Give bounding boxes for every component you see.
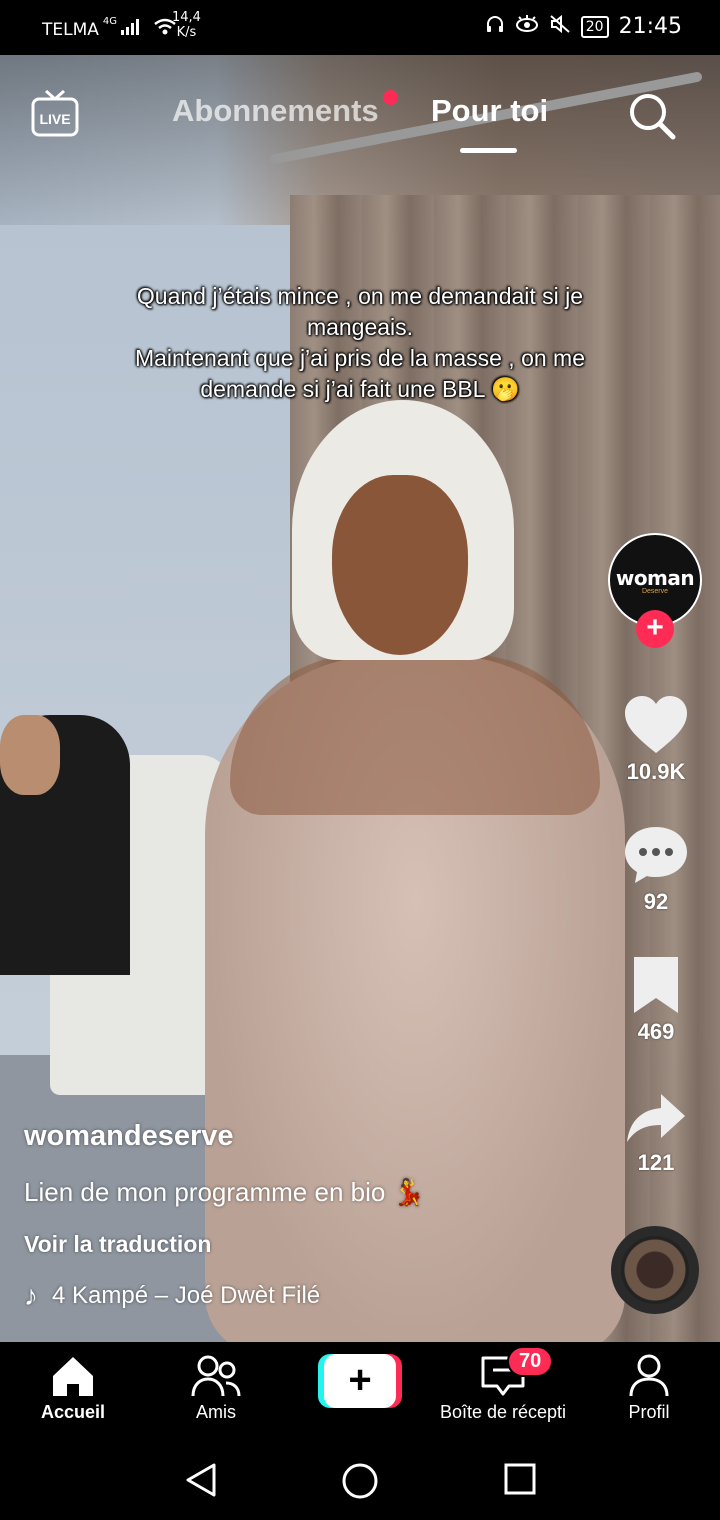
heart-icon xyxy=(625,696,687,753)
see-translation-link[interactable]: Voir la traduction xyxy=(24,1231,211,1258)
bookmark-icon xyxy=(634,957,678,1013)
video-caption: Quand j’étais mince , on me demandait si… xyxy=(134,283,586,402)
friends-icon xyxy=(191,1355,241,1397)
video-subject-face xyxy=(332,475,468,655)
search-icon xyxy=(630,94,676,140)
create-plus-icon: + xyxy=(324,1354,396,1408)
video-subject-shoulders xyxy=(230,655,600,815)
system-recents-button[interactable] xyxy=(503,1462,537,1501)
post-description: Lien de mon programme en bio 💃 xyxy=(24,1177,425,1208)
home-icon xyxy=(53,1357,93,1396)
like-count: 10.9K xyxy=(626,759,686,784)
active-tab-indicator xyxy=(460,148,517,153)
system-home-button[interactable] xyxy=(341,1462,379,1505)
video-background-person-head xyxy=(0,715,60,795)
music-disc[interactable] xyxy=(611,1226,699,1314)
network-speed: 14,4 K/s xyxy=(172,10,201,40)
network-type: 4G xyxy=(102,16,118,27)
headphones-icon xyxy=(485,14,505,39)
dancer-emoji: 💃 xyxy=(392,1177,425,1207)
carrier-name: TELMA xyxy=(42,19,99,40)
nav-inbox-label: Boîte de récepti xyxy=(439,1402,567,1422)
nav-profile-label: Profil xyxy=(628,1402,670,1422)
comment-count: 92 xyxy=(643,889,669,914)
nav-inbox[interactable]: Boîte de récepti xyxy=(428,1354,578,1423)
music-title: 4 Kampé – Joé Dwèt Filé xyxy=(52,1282,321,1309)
nav-profile[interactable]: Profil xyxy=(616,1354,682,1423)
music-note-icon: ♪ xyxy=(24,1280,38,1311)
battery-indicator: 20 xyxy=(580,15,609,38)
inbox-badge: 70 xyxy=(507,1346,554,1377)
nav-friends-label: Amis xyxy=(196,1402,236,1422)
system-back-button[interactable] xyxy=(184,1462,218,1503)
share-count: 121 xyxy=(637,1150,675,1175)
status-bar: TELMA 4G 14,4 K/s 20 21:45 xyxy=(0,0,720,55)
carrier-info: TELMA 4G xyxy=(42,16,177,41)
mute-icon xyxy=(549,14,571,39)
top-nav: LIVE Abonnements Pour toi xyxy=(0,55,720,165)
following-notification-dot xyxy=(383,90,398,105)
battery-text: 20 xyxy=(585,18,604,35)
home-circle-icon xyxy=(342,1463,378,1499)
share-button[interactable]: 121 xyxy=(612,1090,700,1176)
follow-button[interactable]: + xyxy=(636,610,674,648)
save-button[interactable]: 469 xyxy=(612,955,700,1045)
search-button[interactable] xyxy=(626,90,678,142)
create-button[interactable]: + xyxy=(318,1354,402,1408)
nav-home-label: Accueil xyxy=(40,1402,106,1422)
comment-icon xyxy=(625,827,687,883)
post-description-text: Lien de mon programme en bio xyxy=(24,1177,386,1207)
back-triangle-icon xyxy=(186,1463,216,1497)
save-count: 469 xyxy=(637,1019,675,1044)
live-tv-icon: LIVE xyxy=(31,89,79,137)
avatar-logo-text: woman xyxy=(615,565,695,590)
music-info[interactable]: ♪ 4 Kampé – Joé Dwèt Filé xyxy=(24,1280,320,1312)
nav-friends[interactable]: Amis xyxy=(176,1354,256,1423)
profile-icon xyxy=(629,1354,669,1397)
signal-icon xyxy=(121,19,141,40)
like-button[interactable]: 10.9K xyxy=(612,695,700,785)
eye-comfort-icon xyxy=(515,14,539,39)
system-nav-bar xyxy=(0,1440,720,1520)
avatar-logo-subtext: Deserve xyxy=(641,587,669,595)
live-label: LIVE xyxy=(39,111,70,127)
share-arrow-icon xyxy=(627,1094,685,1142)
speed-value: 14,4 xyxy=(172,10,201,25)
tab-following[interactable]: Abonnements xyxy=(172,93,379,129)
recents-square-icon xyxy=(504,1463,536,1495)
clock: 21:45 xyxy=(618,14,682,39)
live-button[interactable]: LIVE xyxy=(30,88,80,138)
comment-button[interactable]: 92 xyxy=(612,825,700,915)
nav-home[interactable]: Accueil xyxy=(30,1354,116,1423)
bottom-nav: Accueil Amis + Boîte de récepti 70 Profi… xyxy=(0,1342,720,1440)
speed-unit: K/s xyxy=(176,25,197,40)
post-username[interactable]: womandeserve xyxy=(24,1120,234,1153)
status-icons: 20 21:45 xyxy=(485,14,682,39)
tab-for-you[interactable]: Pour toi xyxy=(431,93,548,129)
